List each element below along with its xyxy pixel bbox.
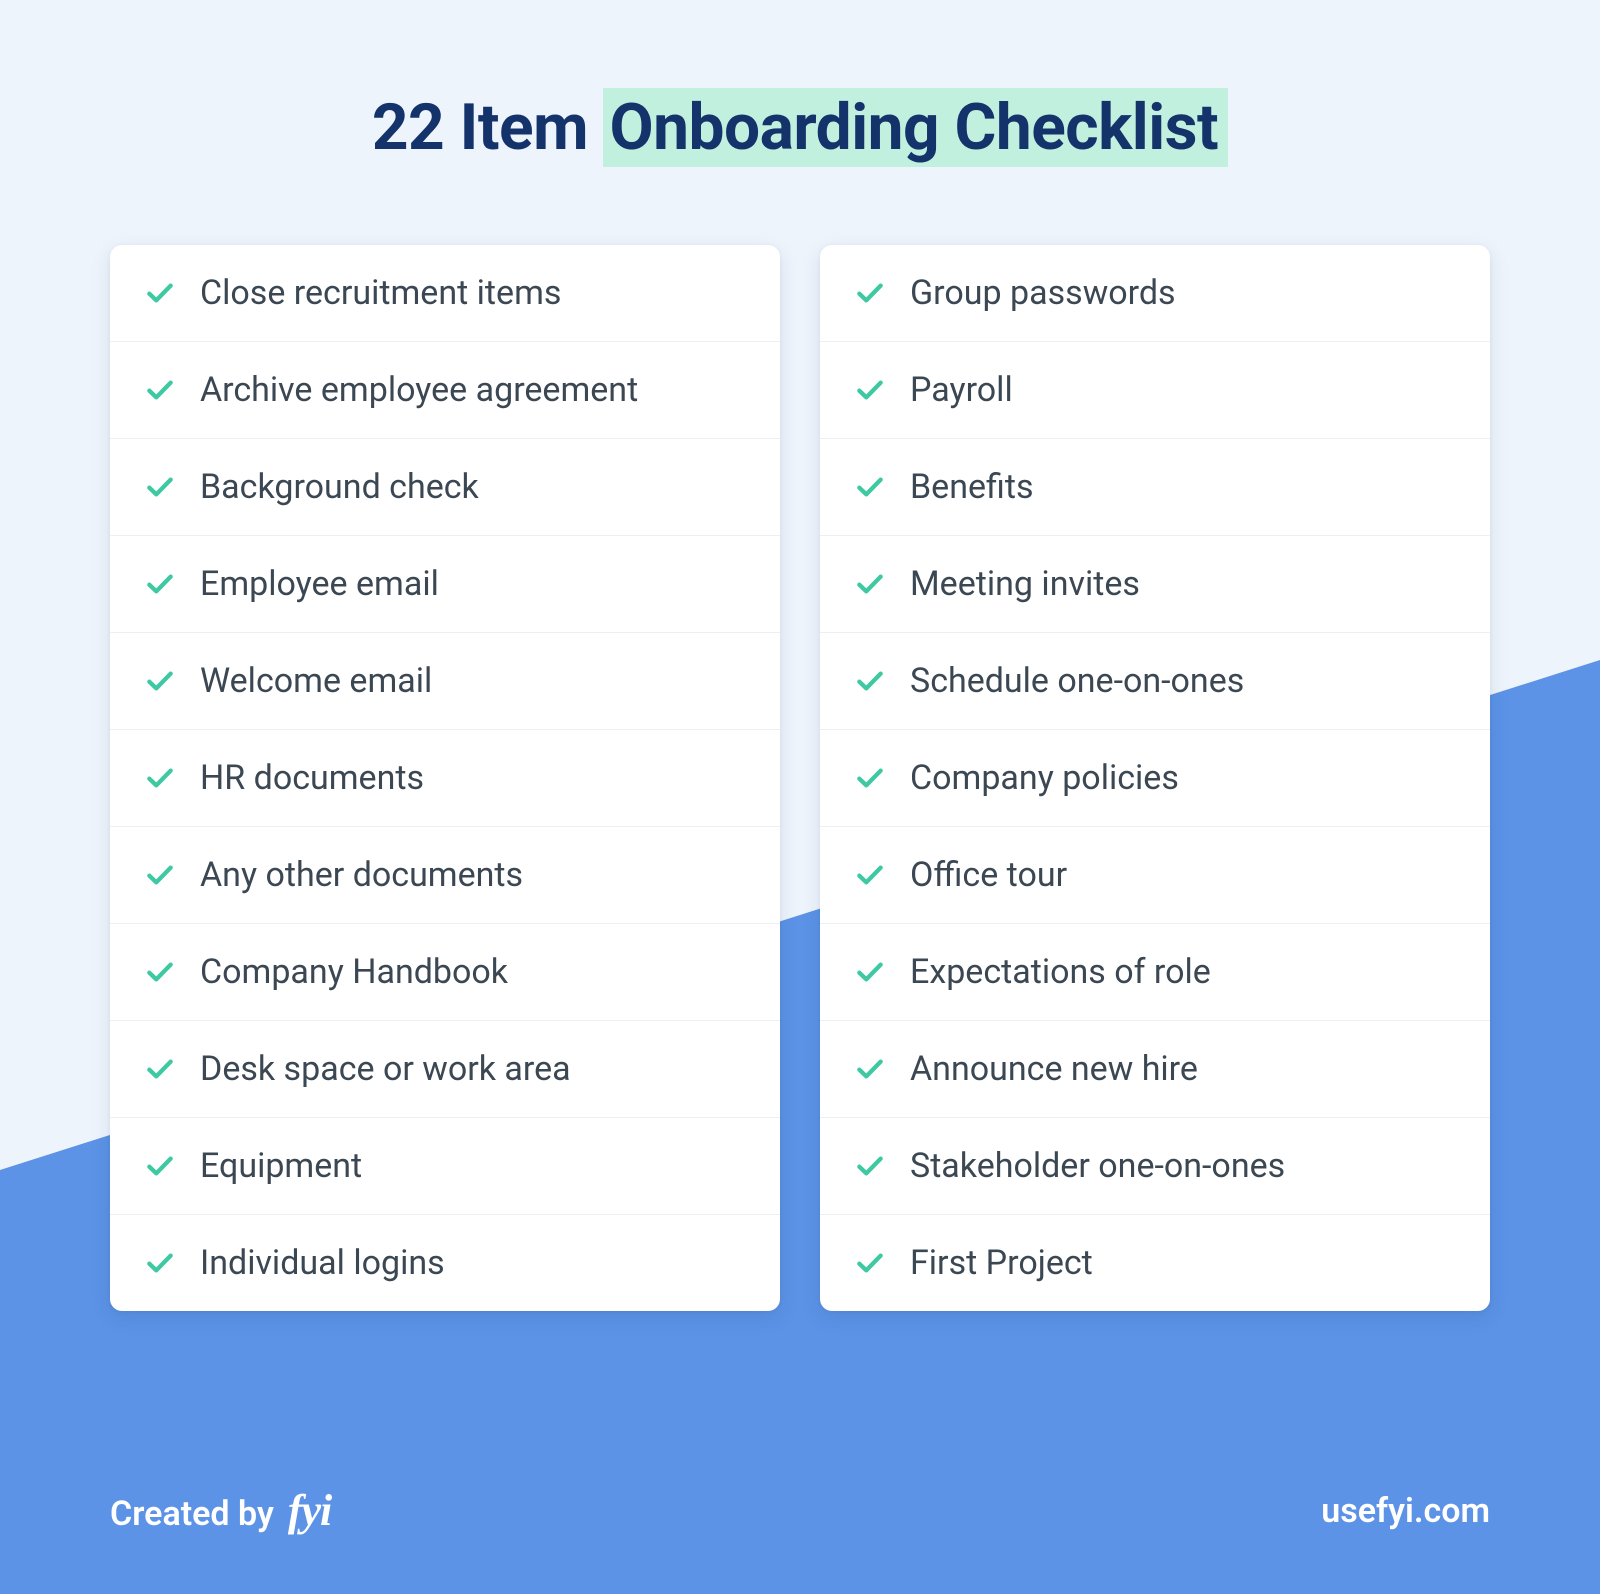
list-item: Expectations of role [820, 924, 1490, 1021]
check-icon [852, 372, 888, 408]
list-item: Employee email [110, 536, 780, 633]
list-item: Any other documents [110, 827, 780, 924]
list-item-label: Office tour [910, 855, 1067, 895]
list-item-label: Expectations of role [910, 952, 1211, 992]
check-icon [142, 372, 178, 408]
list-item: Close recruitment items [110, 245, 780, 342]
list-item-label: Payroll [910, 370, 1013, 410]
list-item: Payroll [820, 342, 1490, 439]
list-item: HR documents [110, 730, 780, 827]
check-icon [142, 469, 178, 505]
list-item-label: Employee email [200, 564, 439, 604]
list-item: Stakeholder one-on-ones [820, 1118, 1490, 1215]
list-item: Background check [110, 439, 780, 536]
check-icon [852, 1148, 888, 1184]
check-icon [142, 857, 178, 893]
list-item-label: First Project [910, 1243, 1093, 1283]
list-item-label: Announce new hire [910, 1049, 1198, 1089]
check-icon [852, 663, 888, 699]
check-icon [142, 1148, 178, 1184]
list-item-label: Archive employee agreement [200, 370, 638, 410]
list-item: Meeting invites [820, 536, 1490, 633]
check-icon [852, 857, 888, 893]
checklist-card-left: Close recruitment items Archive employee … [110, 245, 780, 1311]
checklist-columns: Close recruitment items Archive employee … [110, 245, 1490, 1311]
list-item-label: Benefits [910, 467, 1034, 507]
list-item-label: Company policies [910, 758, 1179, 798]
list-item-label: Group passwords [910, 273, 1176, 313]
check-icon [142, 1245, 178, 1281]
check-icon [852, 760, 888, 796]
list-item-label: HR documents [200, 758, 424, 798]
title-highlight: Onboarding Checklist [603, 88, 1228, 167]
check-icon [142, 1051, 178, 1087]
check-icon [142, 566, 178, 602]
check-icon [852, 566, 888, 602]
list-item-label: Company Handbook [200, 952, 508, 992]
list-item-label: Meeting invites [910, 564, 1140, 604]
check-icon [852, 1245, 888, 1281]
checklist-card-right: Group passwords Payroll Benefits Meeting in… [820, 245, 1490, 1311]
list-item-label: Individual logins [200, 1243, 445, 1283]
list-item-label: Equipment [200, 1146, 362, 1186]
list-item-label: Schedule one-on-ones [910, 661, 1244, 701]
list-item-label: Welcome email [200, 661, 432, 701]
list-item-label: Desk space or work area [200, 1049, 571, 1089]
check-icon [142, 275, 178, 311]
list-item-label: Background check [200, 467, 479, 507]
title-prefix: 22 Item [372, 90, 604, 165]
check-icon [142, 760, 178, 796]
list-item: First Project [820, 1215, 1490, 1311]
check-icon [142, 663, 178, 699]
footer-site: usefyi.com [1321, 1491, 1490, 1531]
check-icon [852, 1051, 888, 1087]
list-item-label: Any other documents [200, 855, 523, 895]
list-item: Office tour [820, 827, 1490, 924]
logo: fyi [288, 1485, 331, 1536]
list-item: Benefits [820, 439, 1490, 536]
list-item: Announce new hire [820, 1021, 1490, 1118]
list-item-label: Close recruitment items [200, 273, 561, 313]
list-item: Company policies [820, 730, 1490, 827]
list-item: Archive employee agreement [110, 342, 780, 439]
list-item: Schedule one-on-ones [820, 633, 1490, 730]
list-item-label: Stakeholder one-on-ones [910, 1146, 1285, 1186]
check-icon [142, 954, 178, 990]
created-by-label: Created by [110, 1494, 274, 1534]
list-item: Company Handbook [110, 924, 780, 1021]
check-icon [852, 275, 888, 311]
list-item: Individual logins [110, 1215, 780, 1311]
footer: Created by fyi usefyi.com [0, 1437, 1600, 1594]
list-item: Equipment [110, 1118, 780, 1215]
page-title: 22 Item Onboarding Checklist [110, 90, 1490, 165]
check-icon [852, 469, 888, 505]
footer-left: Created by fyi [110, 1485, 331, 1536]
list-item: Desk space or work area [110, 1021, 780, 1118]
list-item: Welcome email [110, 633, 780, 730]
list-item: Group passwords [820, 245, 1490, 342]
check-icon [852, 954, 888, 990]
